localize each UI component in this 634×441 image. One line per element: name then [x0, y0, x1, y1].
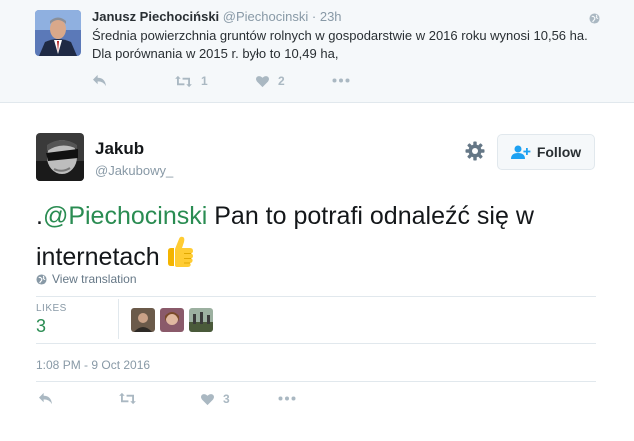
tweet-timestamp[interactable]: 1:08 PM - 9 Oct 2016: [36, 358, 150, 372]
likes-count[interactable]: 3: [36, 316, 46, 337]
follow-button[interactable]: Follow: [497, 134, 595, 170]
thumbs-up-icon: [164, 235, 196, 280]
heart-icon: [201, 393, 214, 405]
reply-button[interactable]: [92, 74, 107, 87]
more-button[interactable]: [332, 78, 350, 83]
divider: [36, 381, 596, 382]
parent-header: Janusz Piechociński @Piechocinski · 23h: [92, 9, 342, 24]
like-count: 3: [223, 392, 230, 406]
heart-icon: [256, 75, 269, 87]
tweet-text-prefix: .: [36, 202, 43, 230]
parent-avatar[interactable]: [35, 10, 81, 56]
author-name[interactable]: Jakub: [95, 139, 144, 159]
retweet-count: 1: [201, 74, 208, 88]
gear-icon[interactable]: [465, 141, 485, 166]
more-icon: [278, 396, 296, 401]
follow-label: Follow: [536, 144, 582, 160]
view-translation-link[interactable]: View translation: [36, 272, 137, 286]
add-user-icon: [510, 145, 531, 159]
like-button[interactable]: 3: [200, 392, 230, 406]
liker-avatar[interactable]: [189, 308, 213, 332]
author-avatar[interactable]: [36, 133, 84, 181]
liker-avatar[interactable]: [131, 308, 155, 332]
parent-tweet[interactable]: Janusz Piechociński @Piechocinski · 23h …: [0, 0, 634, 103]
like-button[interactable]: 2: [255, 74, 285, 88]
parent-author-handle[interactable]: @Piechocinski: [223, 9, 308, 24]
globe-icon: [36, 273, 47, 285]
retweet-button[interactable]: [118, 392, 137, 405]
stats-divider: [118, 299, 119, 339]
reply-icon: [93, 74, 106, 87]
view-translation-label: View translation: [52, 272, 137, 286]
more-icon: [332, 78, 350, 83]
parent-tweet-text: Średnia powierzchnia gruntów rolnych w g…: [92, 28, 588, 61]
likes-label: LIKES: [36, 303, 67, 314]
tweet-text: .@Piechocinski Pan to potrafi odnaleźć s…: [36, 197, 596, 280]
author-handle[interactable]: @Jakubowy_: [95, 163, 173, 178]
retweet-icon: [175, 75, 192, 87]
like-count: 2: [278, 74, 285, 88]
retweet-button[interactable]: 1: [174, 74, 208, 88]
parent-author-name[interactable]: Janusz Piechociński: [92, 9, 219, 24]
mention-link[interactable]: @Piechocinski: [43, 202, 207, 230]
retweet-icon: [119, 392, 136, 405]
separator-dot: ·: [311, 9, 317, 24]
more-button[interactable]: [278, 396, 296, 401]
divider: [36, 296, 596, 297]
parent-timestamp[interactable]: 23h: [320, 9, 342, 24]
divider: [36, 343, 596, 344]
reply-button[interactable]: [38, 392, 53, 405]
reply-icon: [39, 392, 52, 405]
liker-avatar[interactable]: [160, 308, 184, 332]
